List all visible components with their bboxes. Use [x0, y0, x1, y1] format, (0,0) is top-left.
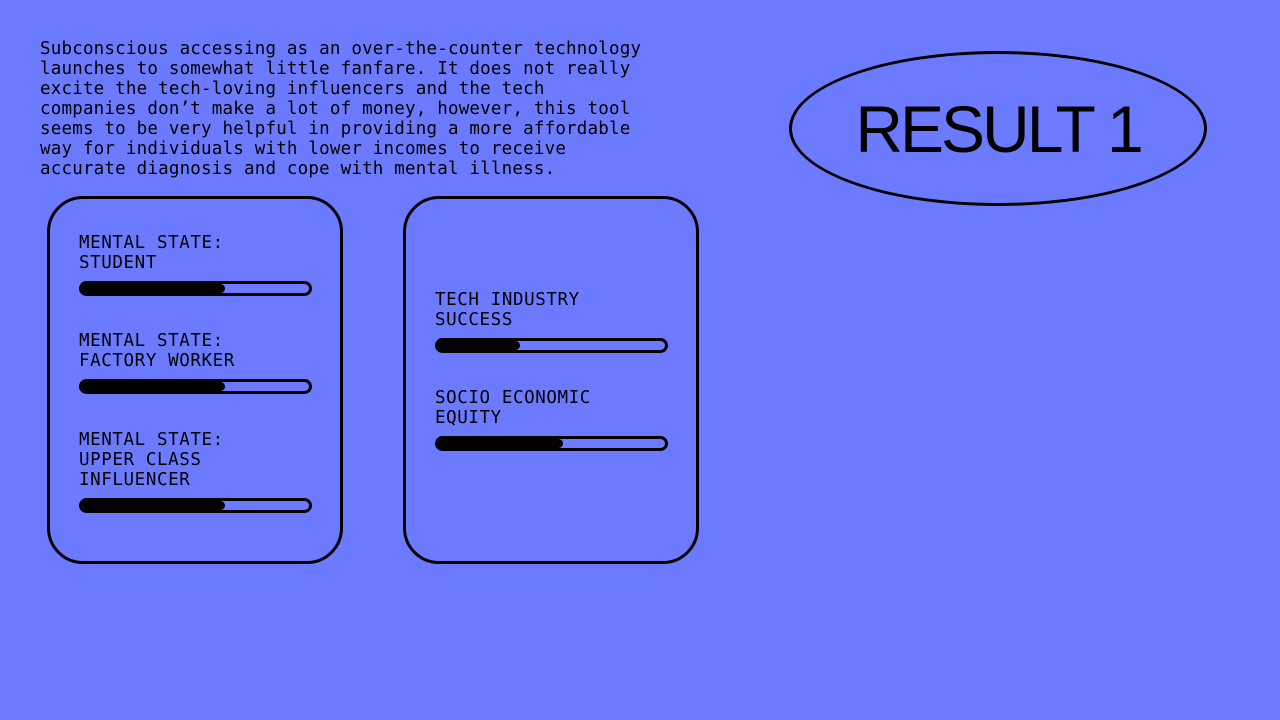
- progress-bar: [435, 338, 668, 353]
- metric-label: MENTAL STATE: FACTORY WORKER: [79, 331, 235, 371]
- progress-bar: [79, 379, 312, 394]
- progress-bar-fill: [438, 439, 563, 448]
- metric-factory-worker: MENTAL STATE: FACTORY WORKER: [79, 331, 312, 394]
- progress-bar: [79, 498, 312, 513]
- progress-bar-fill: [82, 501, 225, 510]
- result-title: RESULT 1: [855, 91, 1143, 166]
- progress-bar-fill: [82, 284, 225, 293]
- progress-bar-fill: [438, 341, 520, 350]
- metric-label: SOCIO ECONOMIC EQUITY: [435, 388, 591, 428]
- metric-upper-class-influencer: MENTAL STATE: UPPER CLASS INFLUENCER: [79, 430, 312, 513]
- progress-bar: [435, 436, 668, 451]
- metric-tech-industry-success: TECH INDUSTRY SUCCESS: [435, 290, 668, 353]
- result-badge: RESULT 1: [789, 51, 1207, 206]
- scenario-description: Subconscious accessing as an over-the-co…: [40, 39, 642, 179]
- progress-bar-fill: [82, 382, 225, 391]
- metric-socio-economic-equity: SOCIO ECONOMIC EQUITY: [435, 388, 668, 451]
- metric-label: MENTAL STATE: STUDENT: [79, 233, 224, 273]
- progress-bar: [79, 281, 312, 296]
- metric-label: TECH INDUSTRY SUCCESS: [435, 290, 580, 330]
- outcomes-panel: TECH INDUSTRY SUCCESS SOCIO ECONOMIC EQU…: [403, 196, 699, 564]
- mental-state-panel: MENTAL STATE: STUDENT MENTAL STATE: FACT…: [47, 196, 343, 564]
- metric-student: MENTAL STATE: STUDENT: [79, 233, 312, 296]
- metric-label: MENTAL STATE: UPPER CLASS INFLUENCER: [79, 430, 224, 490]
